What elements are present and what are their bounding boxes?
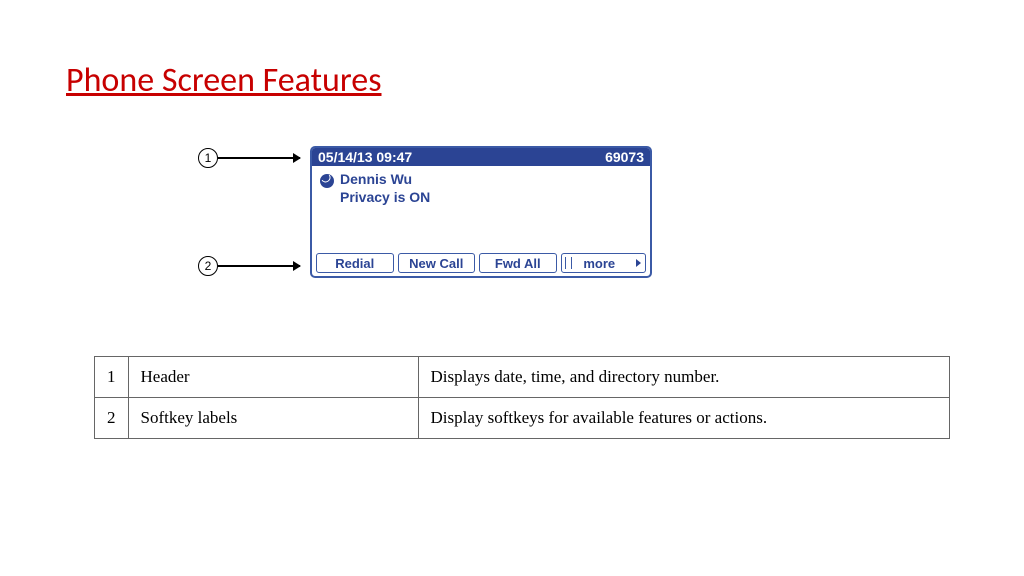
table-row: 2 Softkey labels Display softkeys for av… <box>95 398 950 439</box>
softkey-redial[interactable]: Redial <box>316 253 394 273</box>
callout-circle-1: 1 <box>198 148 218 168</box>
phone-extension: 69073 <box>605 149 644 165</box>
row-description: Display softkeys for available features … <box>418 398 950 439</box>
callout-arrow-icon <box>218 265 300 267</box>
phone-diagram: 1 2 05/14/13 09:47 69073 Dennis Wu Priva… <box>198 140 678 290</box>
softkey-new-call[interactable]: New Call <box>398 253 476 273</box>
phone-user-name: Dennis Wu <box>340 170 430 188</box>
phone-screen: 05/14/13 09:47 69073 Dennis Wu Privacy i… <box>310 146 652 278</box>
phone-body: Dennis Wu Privacy is ON <box>312 166 650 210</box>
callout-circle-2: 2 <box>198 256 218 276</box>
callout-1: 1 <box>198 148 300 168</box>
callout-2: 2 <box>198 256 300 276</box>
table-row: 1 Header Displays date, time, and direct… <box>95 357 950 398</box>
softkey-row: Redial New Call Fwd All more <box>316 253 646 273</box>
handset-icon <box>320 174 334 188</box>
phone-status-text: Dennis Wu Privacy is ON <box>340 170 430 206</box>
softkey-more[interactable]: more <box>561 253 647 273</box>
row-name: Header <box>128 357 418 398</box>
row-description: Displays date, time, and directory numbe… <box>418 357 950 398</box>
softkey-fwd-all[interactable]: Fwd All <box>479 253 557 273</box>
page-title: Phone Screen Features <box>66 60 382 101</box>
feature-table: 1 Header Displays date, time, and direct… <box>94 356 950 439</box>
row-name: Softkey labels <box>128 398 418 439</box>
row-number: 1 <box>95 357 129 398</box>
phone-datetime: 05/14/13 09:47 <box>318 149 412 165</box>
phone-header-bar: 05/14/13 09:47 69073 <box>312 148 650 166</box>
callout-arrow-icon <box>218 157 300 159</box>
row-number: 2 <box>95 398 129 439</box>
phone-privacy-status: Privacy is ON <box>340 188 430 206</box>
